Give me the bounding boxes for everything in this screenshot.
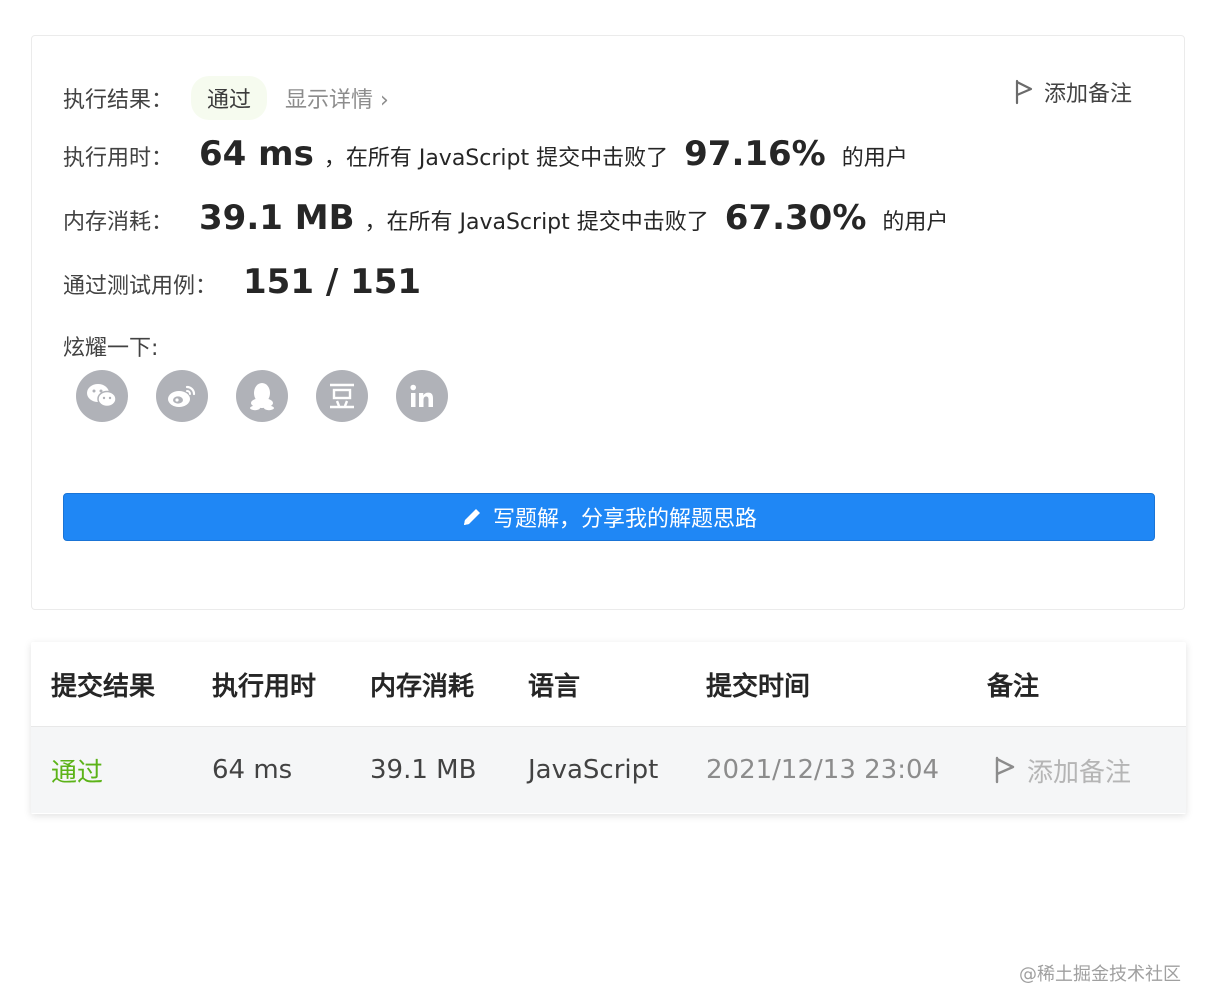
share-label: 炫耀一下: (63, 336, 159, 361)
runtime-value: 64 ms (199, 134, 314, 174)
result-status-badge: 通过 (191, 76, 268, 120)
result-card: 执行结果： 通过 显示详情 › 添加备注 执行用时： 64 ms ，在所有 Ja… (31, 35, 1185, 610)
header-language: 语言 (528, 671, 581, 702)
add-note-label: 添加备注 (1043, 82, 1132, 107)
memory-suffix: 的用户 (882, 210, 949, 235)
memory-row: 内存消耗： 39.1 MB ，在所有 JavaScript 提交中击败了 67.… (63, 198, 948, 238)
share-douban-button[interactable] (316, 370, 368, 422)
header-result: 提交结果 (51, 671, 156, 702)
memory-beat-text: ，在所有 JavaScript 提交中击败了 (364, 210, 709, 235)
flag-icon (995, 756, 1015, 784)
runtime-beat-text: ，在所有 JavaScript 提交中击败了 (323, 146, 669, 171)
header-submit-time: 提交时间 (706, 671, 811, 702)
test-cases-label: 通过测试用例： (63, 274, 218, 299)
pencil-icon (463, 509, 480, 525)
memory-label: 内存消耗： (63, 210, 174, 235)
submissions-table: 提交结果 执行用时 内存消耗 语言 提交时间 备注 通过 64 ms 39.1 … (31, 642, 1186, 814)
share-weibo-button[interactable] (156, 370, 208, 422)
row-runtime: 64 ms (212, 755, 293, 785)
share-linkedin-button[interactable] (396, 370, 448, 422)
row-memory: 39.1 MB (370, 755, 477, 785)
runtime-label: 执行用时： (63, 146, 174, 171)
row-add-note-button[interactable]: 添加备注 (993, 727, 1131, 813)
test-cases-value: 151 / 151 (243, 262, 422, 302)
runtime-percent: 97.16% (684, 134, 826, 174)
row-submit-time: 2021/12/13 23:04 (706, 755, 940, 785)
header-memory: 内存消耗 (370, 671, 475, 702)
add-note-button[interactable]: 添加备注 (1014, 76, 1132, 108)
qq-icon (250, 383, 274, 411)
memory-value: 39.1 MB (199, 198, 355, 238)
linkedin-icon (410, 384, 433, 407)
row-add-note-label: 添加备注 (1027, 757, 1132, 788)
row-language: JavaScript (528, 755, 659, 785)
result-label: 执行结果： (63, 88, 174, 113)
result-row: 执行结果： 通过 显示详情 › (63, 76, 389, 120)
header-runtime: 执行用时 (212, 671, 317, 702)
memory-percent: 67.30% (724, 198, 867, 238)
watermark: @稀土掘金技术社区 (1019, 964, 1181, 985)
share-wechat-button[interactable] (76, 370, 128, 422)
runtime-row: 执行用时： 64 ms ，在所有 JavaScript 提交中击败了 97.16… (63, 134, 908, 174)
table-header: 提交结果 执行用时 内存消耗 语言 提交时间 备注 (31, 642, 1186, 727)
douban-icon (330, 383, 354, 409)
header-note: 备注 (987, 671, 1040, 702)
write-solution-label: 写题解，分享我的解题思路 (492, 507, 757, 532)
table-row: 通过 64 ms 39.1 MB JavaScript 2021/12/13 2… (31, 727, 1186, 813)
test-cases-row: 通过测试用例： 151 / 151 (63, 262, 421, 302)
flag-icon (1015, 79, 1033, 105)
wechat-icon (87, 384, 117, 408)
weibo-icon (168, 385, 196, 407)
runtime-suffix: 的用户 (841, 146, 908, 171)
share-buttons (76, 370, 448, 422)
share-qq-button[interactable] (236, 370, 288, 422)
share-row-label: 炫耀一下: (63, 330, 158, 362)
show-details-link[interactable]: 显示详情 › (285, 82, 389, 114)
write-solution-button[interactable]: 写题解，分享我的解题思路 (63, 493, 1155, 541)
row-result-link[interactable]: 通过 (51, 727, 103, 813)
